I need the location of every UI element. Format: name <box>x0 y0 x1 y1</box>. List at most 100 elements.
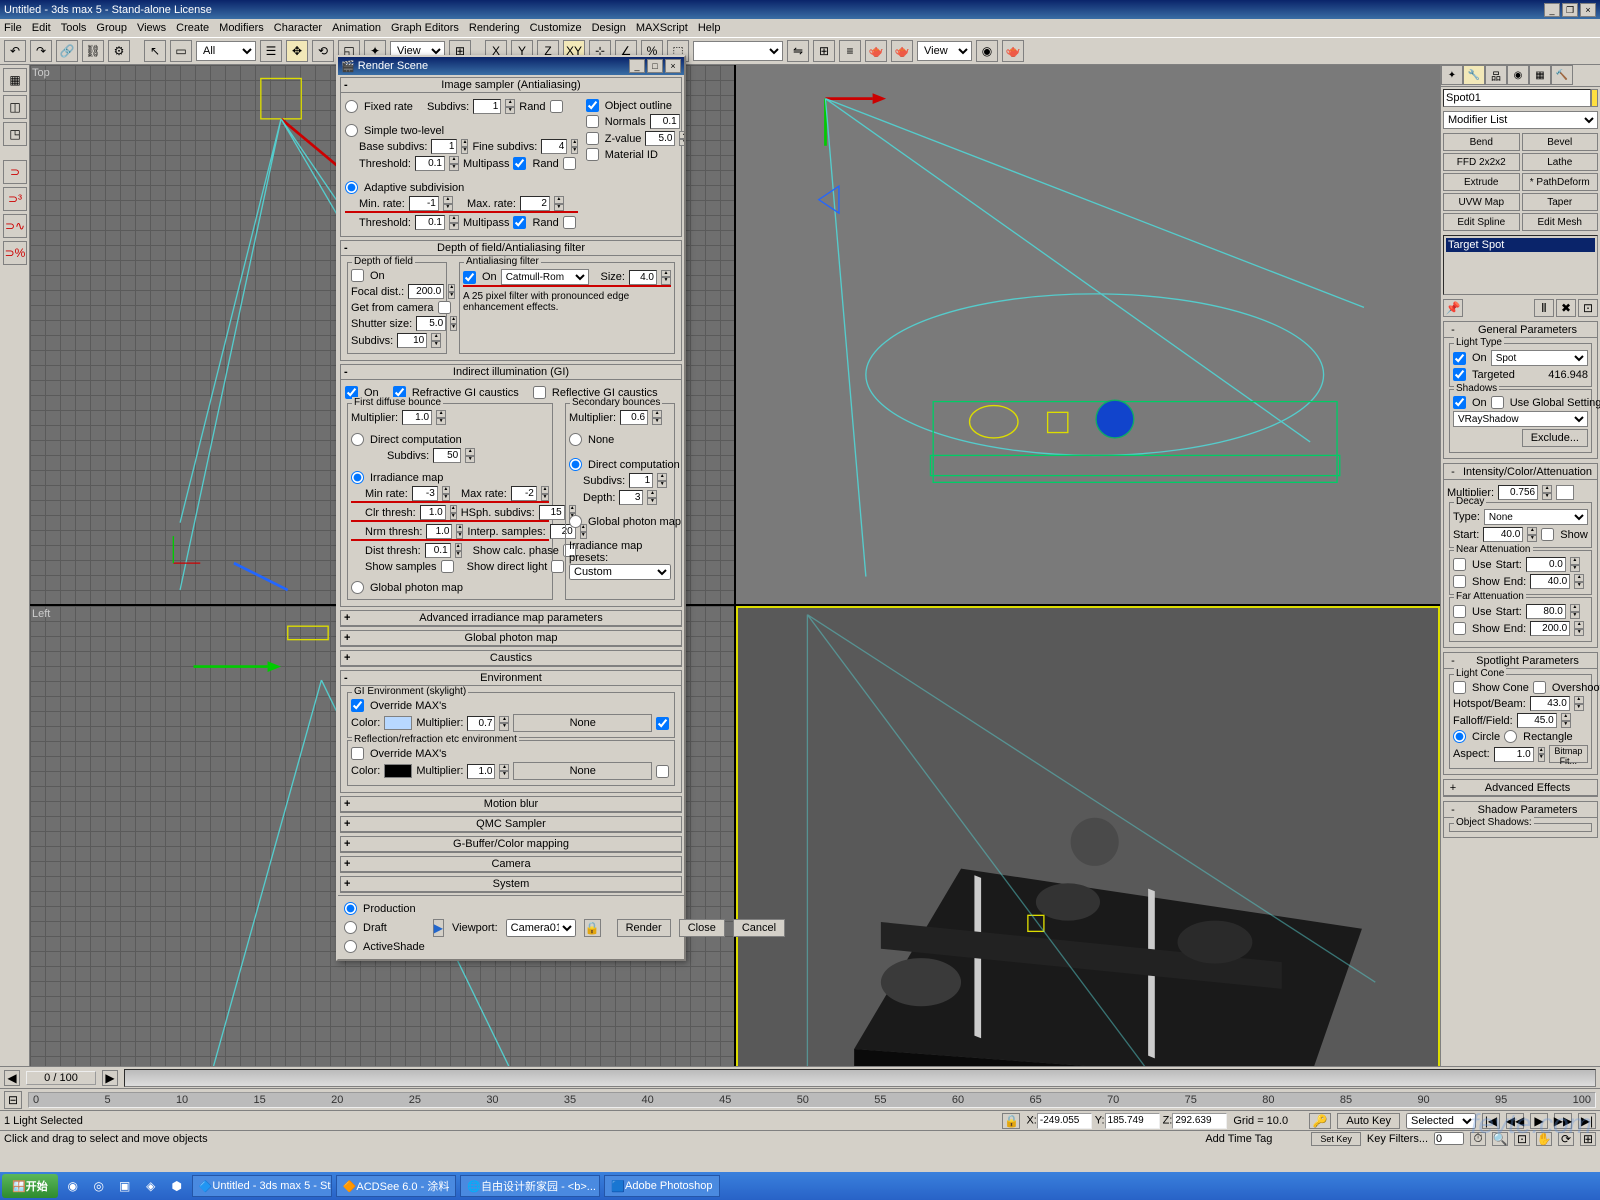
viewport-camera[interactable] <box>736 606 1440 1145</box>
override-max-check[interactable] <box>351 699 364 712</box>
cancel-button[interactable]: Cancel <box>733 919 785 937</box>
menu-file[interactable]: File <box>4 22 22 34</box>
y-coord-input[interactable] <box>1105 1113 1160 1129</box>
roll-env-title[interactable]: Environment <box>480 672 542 684</box>
render-last-button[interactable]: ◉ <box>976 40 998 62</box>
sb-depth-input[interactable] <box>619 490 643 505</box>
quick-render-button[interactable]: 🫖 <box>891 40 913 62</box>
pan-button[interactable]: ✋ <box>1536 1132 1552 1146</box>
menu-design[interactable]: Design <box>592 22 626 34</box>
key-icon[interactable]: 🔑 <box>1309 1113 1331 1129</box>
render-select[interactable]: View <box>917 41 972 61</box>
rr-mult-input[interactable] <box>467 764 495 779</box>
ql-1[interactable]: ◉ <box>62 1175 84 1197</box>
fa-end-input[interactable] <box>1530 621 1570 636</box>
lock-view-button[interactable]: 🔒 <box>584 919 601 937</box>
global-shadows-check[interactable] <box>1491 396 1504 409</box>
magnet3-button[interactable]: ⊃∿ <box>3 214 27 238</box>
link-button[interactable]: 🔗 <box>56 40 78 62</box>
menu-views[interactable]: Views <box>137 22 166 34</box>
showdir-check[interactable] <box>551 560 564 573</box>
create-tab[interactable]: ✦ <box>1441 65 1463 85</box>
minimize-button[interactable]: _ <box>1544 3 1560 17</box>
falloff-input[interactable] <box>1517 713 1557 728</box>
zvalue-check[interactable] <box>586 132 599 145</box>
menu-edit[interactable]: Edit <box>32 22 51 34</box>
roll-gi-title[interactable]: Indirect illumination (GI) <box>453 366 569 378</box>
menu-customize[interactable]: Customize <box>530 22 582 34</box>
menu-group[interactable]: Group <box>96 22 127 34</box>
menu-rendering[interactable]: Rendering <box>469 22 520 34</box>
add-time-tag[interactable]: Add Time Tag <box>1205 1133 1305 1145</box>
stl-rand-check[interactable] <box>563 157 576 170</box>
roll-imgsamp-title[interactable]: Image sampler (Antialiasing) <box>441 79 580 91</box>
named-selection[interactable] <box>693 41 783 61</box>
overshoot-check[interactable] <box>1533 681 1546 694</box>
obj-outline-check[interactable] <box>586 99 599 112</box>
menu-tools[interactable]: Tools <box>61 22 87 34</box>
task-photoshop[interactable]: 🟦 Adobe Photoshop <box>604 1175 719 1197</box>
teapot-render-button[interactable]: 🫖 <box>1002 40 1024 62</box>
render-scene-button[interactable]: 🫖 <box>865 40 887 62</box>
prev-frame-button[interactable]: ◀ <box>4 1070 20 1086</box>
stl-thresh-input[interactable] <box>415 156 445 171</box>
bitmap-fit-button[interactable]: Bitmap Fit... <box>1549 745 1588 763</box>
gi-refl-check[interactable] <box>533 386 546 399</box>
stl-multipass-check[interactable] <box>513 157 526 170</box>
roll-dof-title[interactable]: Depth of field/Antialiasing filter <box>437 242 585 254</box>
start-button[interactable]: 🪟 开始 <box>2 1174 58 1198</box>
roll-caustics-title[interactable]: Caustics <box>490 652 532 664</box>
intensity-mult-input[interactable] <box>1498 485 1538 500</box>
object-name-input[interactable] <box>1443 89 1591 107</box>
tab3-button[interactable]: ◳ <box>3 122 27 146</box>
mod-taper[interactable]: Taper <box>1522 193 1599 211</box>
mod-pathdeform[interactable]: * PathDeform <box>1522 173 1599 191</box>
rr-map-check[interactable] <box>656 765 669 778</box>
circle-radio[interactable] <box>1453 730 1466 743</box>
roll-camera-title[interactable]: Camera <box>491 858 530 870</box>
nrm-thresh-input[interactable] <box>426 524 452 539</box>
task-browser[interactable]: 🌐 自由设计新家园 - <b>... <box>460 1175 600 1197</box>
select-by-name-button[interactable]: ☰ <box>260 40 282 62</box>
z-coord-input[interactable] <box>1172 1113 1227 1129</box>
ql-3[interactable]: ▣ <box>114 1175 136 1197</box>
na-show-check[interactable] <box>1453 575 1466 588</box>
decay-start-input[interactable] <box>1483 527 1523 542</box>
shutter-input[interactable] <box>416 316 446 331</box>
fr-rand-check[interactable] <box>550 100 563 113</box>
from-camera-check[interactable] <box>438 301 451 314</box>
roll-qmc-title[interactable]: QMC Sampler <box>476 818 546 830</box>
tab1-button[interactable]: ▦ <box>3 68 27 92</box>
zoom-ext-button[interactable]: 🔍 <box>1492 1132 1508 1146</box>
menu-help[interactable]: Help <box>698 22 721 34</box>
fa-use-check[interactable] <box>1453 605 1466 618</box>
exclude-button[interactable]: Exclude... <box>1522 429 1588 447</box>
mirror-button[interactable]: ⇋ <box>787 40 809 62</box>
rollout-shadowp-title[interactable]: Shadow Parameters <box>1462 804 1593 816</box>
mod-ffd[interactable]: FFD 2x2x2 <box>1443 153 1520 171</box>
fine-subdivs-input[interactable] <box>541 139 567 154</box>
ql-4[interactable]: ◈ <box>140 1175 162 1197</box>
prev-key-button[interactable]: ◀◀ <box>1506 1113 1524 1129</box>
dlg-max-button[interactable]: □ <box>647 59 663 73</box>
as-multipass-check[interactable] <box>513 216 526 229</box>
undo-button[interactable]: ↶ <box>4 40 26 62</box>
menu-grapheditors[interactable]: Graph Editors <box>391 22 459 34</box>
hierarchy-tab[interactable]: 品 <box>1485 65 1507 85</box>
time-config-button[interactable]: ⏱ <box>1470 1132 1486 1146</box>
align-button[interactable]: ≡ <box>839 40 861 62</box>
hotspot-input[interactable] <box>1530 696 1570 711</box>
simple-radio[interactable] <box>345 124 358 137</box>
task-acdsee[interactable]: 🔶 ACDSee 6.0 - 涂料 <box>336 1175 457 1197</box>
display-tab[interactable]: ▦ <box>1529 65 1551 85</box>
irr-preset-select[interactable]: Custom <box>569 564 671 580</box>
move-button[interactable]: ✥ <box>286 40 308 62</box>
next-key-button[interactable]: ▶▶ <box>1554 1113 1572 1129</box>
shadow-type-select[interactable]: VRayShadow <box>1453 411 1588 427</box>
modifier-stack[interactable]: Target Spot <box>1443 235 1598 295</box>
env-mult-input[interactable] <box>467 716 495 731</box>
roll-gpm-title[interactable]: Global photon map <box>465 632 558 644</box>
task-3dsmax[interactable]: 🔷 Untitled - 3ds max 5 - St... <box>192 1175 332 1197</box>
magnet2-button[interactable]: ⊃³ <box>3 187 27 211</box>
stack-item-targetspot[interactable]: Target Spot <box>1446 238 1595 252</box>
